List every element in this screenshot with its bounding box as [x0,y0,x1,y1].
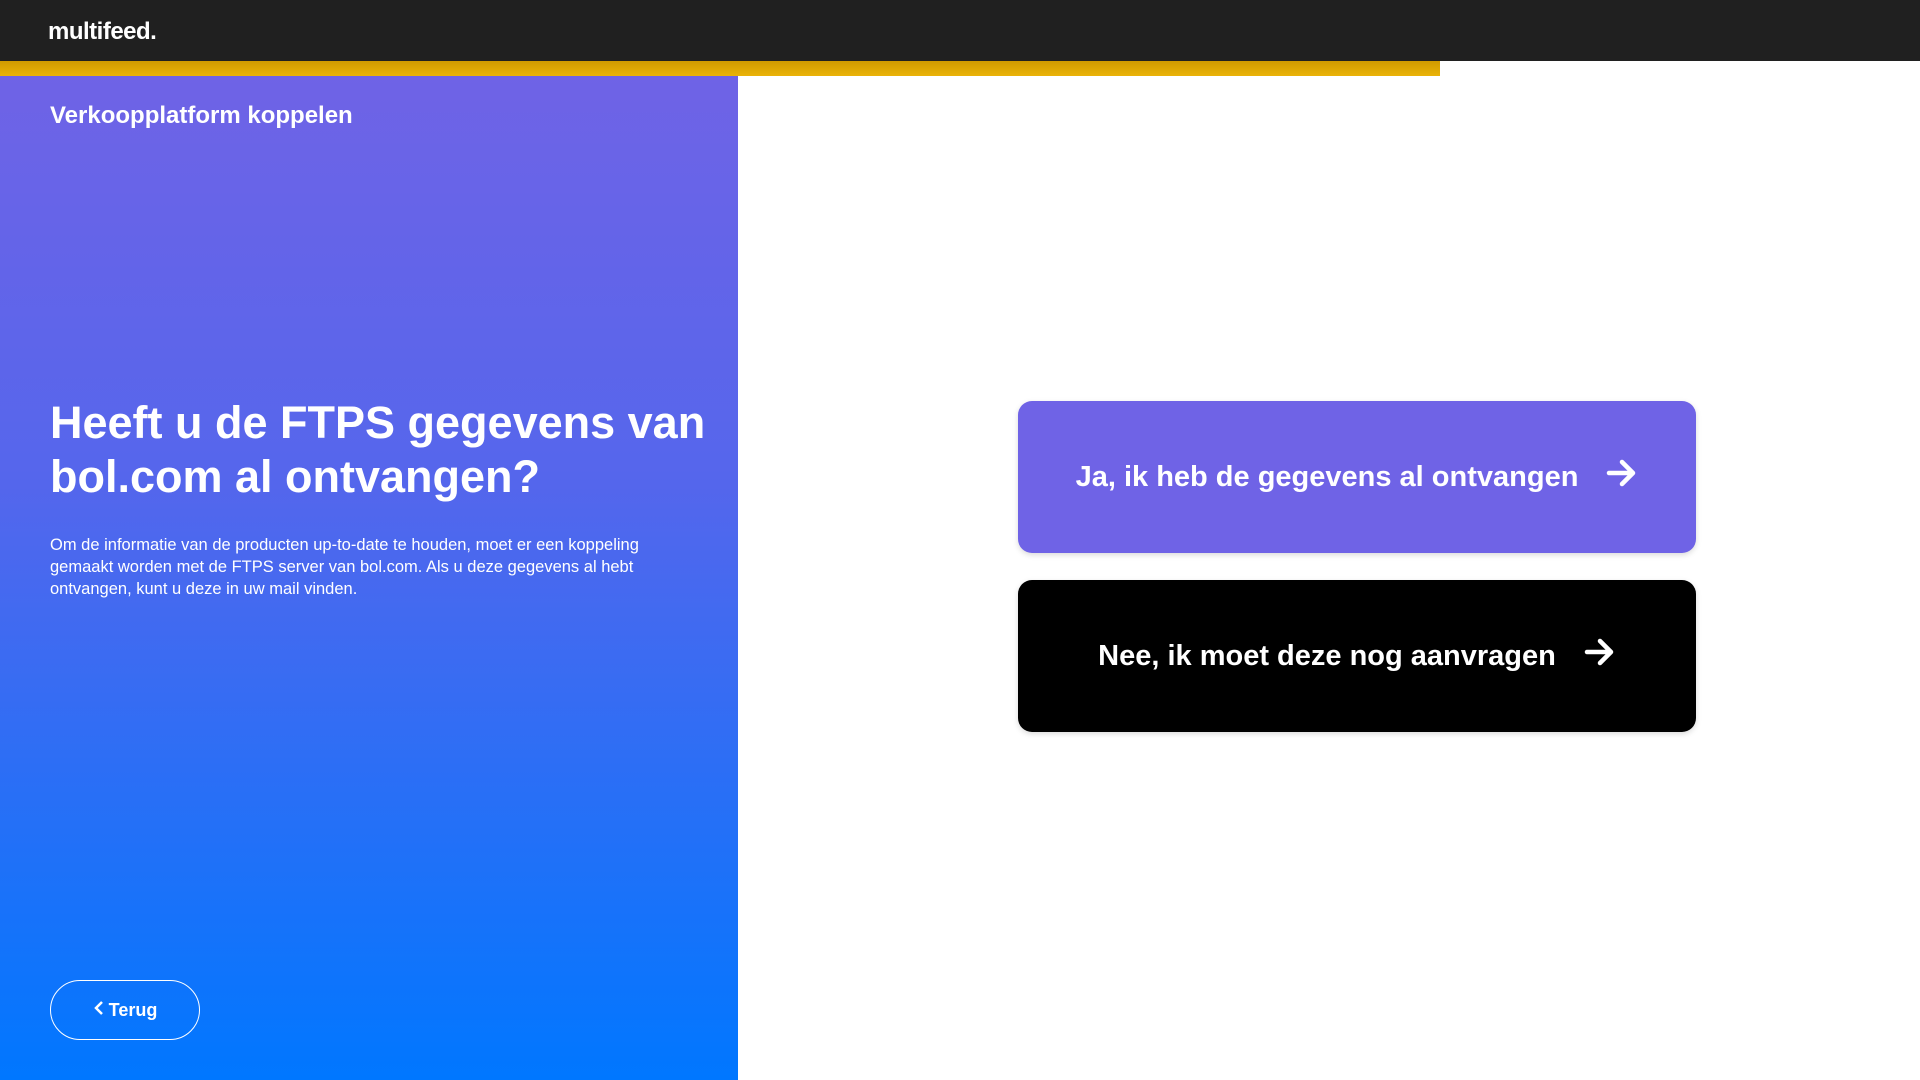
no-label: Nee, ik moet deze nog aanvragen [1098,639,1556,672]
question-heading: Heeft u de FTPS gegevens van bol.com al … [50,397,706,502]
arrow-right-icon [1606,458,1638,496]
info-panel: Verkoopplatform koppelen Heeft u de FTPS… [0,76,738,1080]
page-title: Verkoopplatform koppelen [50,102,353,129]
back-label: Terug [108,999,158,1020]
top-bar: multifeed. [0,0,1920,61]
progress-fill [0,61,1440,76]
logo: multifeed. [48,18,157,45]
no-request-button[interactable]: Nee, ik moet deze nog aanvragen [1018,580,1696,732]
progress-bar [0,61,1920,76]
description: Om de informatie van de producten up-to-… [50,536,639,598]
chevron-left-icon [93,1000,105,1021]
back-button[interactable]: Terug [50,980,200,1040]
yes-label: Ja, ik heb de gegevens al ontvangen [1075,460,1579,493]
yes-received-button[interactable]: Ja, ik heb de gegevens al ontvangen [1018,401,1696,553]
arrow-right-icon [1584,637,1616,675]
